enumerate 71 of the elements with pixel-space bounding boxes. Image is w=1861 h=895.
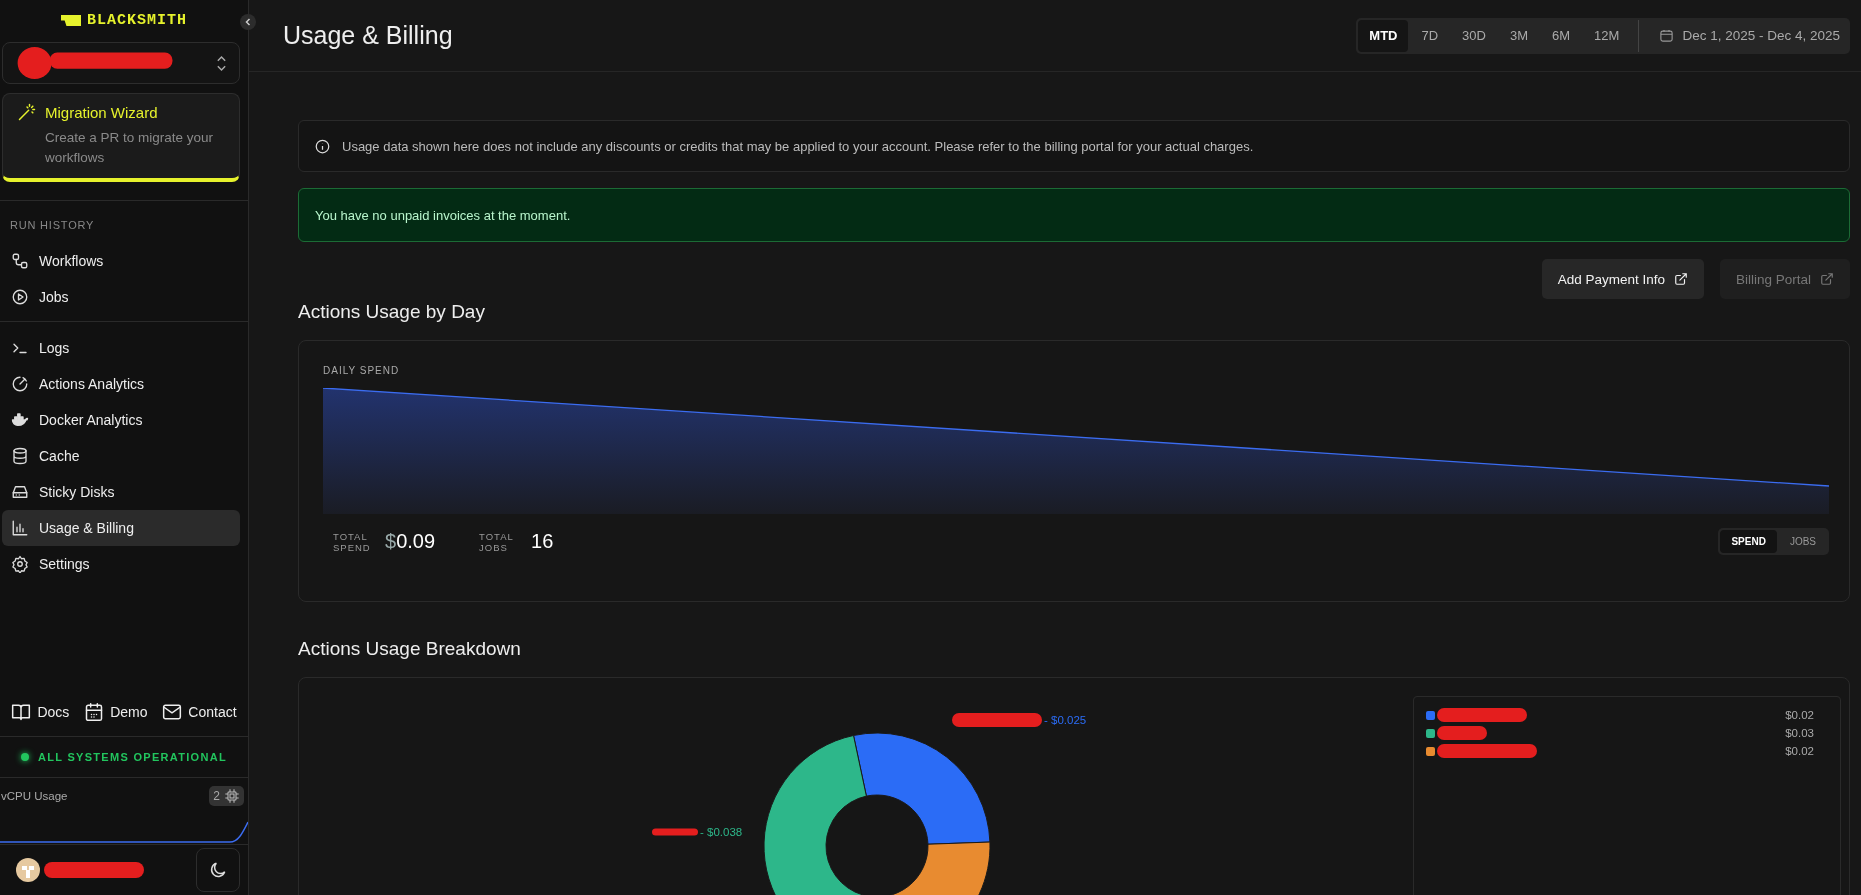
moon-icon: [208, 860, 228, 880]
slice-label: - $0.025: [1044, 714, 1087, 726]
info-icon: [315, 138, 330, 154]
date-range-picker[interactable]: Dec 1, 2025 - Dec 4, 2025: [1639, 28, 1848, 43]
period-tab[interactable]: MTD: [1358, 19, 1409, 52]
bar-chart-icon: [11, 519, 29, 537]
nav-item[interactable]: Settings: [2, 546, 240, 582]
notice-text: Usage data shown here does not include any discounts or credits that may be applied to your account. Please refer to the billing portal for your actual charges.: [342, 138, 1254, 154]
calendar-icon: [1659, 28, 1675, 43]
logo-text: BLACKSMITH: [87, 11, 187, 29]
nav-item[interactable]: Usage & Billing: [2, 510, 240, 546]
gauge-icon: [11, 375, 29, 393]
promo-text: Create a PR to migrate your workflows: [45, 129, 215, 167]
nav-item[interactable]: Docker Analytics: [2, 402, 240, 438]
redaction-mark: [1437, 726, 1487, 740]
period-tab[interactable]: 12M: [1583, 19, 1631, 52]
settings-icon: [11, 555, 29, 573]
metric-tab[interactable]: SPEND: [1720, 530, 1777, 553]
stat-value: $0.09: [385, 530, 436, 553]
footer-link[interactable]: Contact: [162, 702, 237, 722]
play-circle-icon: [11, 288, 29, 306]
period-tab[interactable]: 6M: [1541, 19, 1582, 52]
nav-item[interactable]: Sticky Disks: [2, 474, 240, 510]
drive-icon: [11, 483, 29, 501]
whale-icon: [11, 411, 29, 429]
nav-item[interactable]: Actions Analytics: [2, 366, 240, 402]
metric-tab[interactable]: JOBS: [1778, 530, 1827, 553]
vcpu-count-badge: 2: [209, 786, 244, 806]
chevron-up-down-icon: [216, 54, 227, 72]
promo-title: Migration Wizard: [45, 103, 158, 121]
section-title: Actions Usage Breakdown: [298, 638, 522, 660]
external-link-icon: [1820, 272, 1834, 286]
external-link-icon: [1673, 272, 1688, 286]
migration-wizard-card[interactable]: Migration Wizard Create a PR to migrate your workflows: [2, 93, 240, 182]
nav-item[interactable]: Jobs: [2, 279, 240, 315]
nav-item[interactable]: Cache: [2, 438, 240, 474]
vcpu-usage-label: vCPU Usage: [1, 790, 68, 802]
nav-item[interactable]: Logs: [2, 330, 240, 366]
stat-label: TOTAL JOBS: [479, 530, 515, 553]
magic-wand-icon: [17, 102, 37, 122]
footer-link[interactable]: Docs: [11, 702, 70, 722]
legend-amount: $0.02: [1785, 745, 1814, 757]
period-tab[interactable]: 30D: [1451, 19, 1497, 52]
legend-amount: $0.02: [1785, 709, 1814, 721]
period-tab[interactable]: 7D: [1410, 19, 1450, 52]
account-selector[interactable]: [2, 42, 240, 84]
redaction-mark: [652, 825, 698, 839]
calendar-icon: [84, 702, 105, 722]
chart-label: DAILY SPEND: [323, 365, 401, 376]
status-text: ALL SYSTEMS OPERATIONAL: [38, 751, 227, 763]
section-title: Actions Usage by Day: [298, 301, 486, 323]
avatar-icon: [16, 858, 40, 882]
slice-label: - $0.038: [700, 826, 743, 838]
logo-icon: [61, 14, 81, 26]
mail-icon: [162, 702, 183, 722]
stat-label: TOTAL SPEND: [333, 530, 372, 553]
action-button[interactable]: Add Payment Info: [1541, 259, 1704, 299]
footer-link[interactable]: Demo: [84, 702, 148, 722]
database-icon: [11, 447, 29, 465]
theme-toggle-button[interactable]: [196, 848, 240, 892]
stat-value: 16: [531, 530, 554, 553]
period-tab[interactable]: 3M: [1498, 19, 1540, 52]
book-icon: [11, 702, 32, 722]
nav-item[interactable]: Workflows: [2, 243, 240, 279]
chip-icon: [224, 788, 240, 804]
legend-amount: $0.03: [1785, 727, 1814, 739]
page-title: Usage & Billing: [283, 21, 453, 50]
nodes-icon: [11, 252, 29, 270]
collapse-sidebar-icon[interactable]: [240, 14, 256, 30]
alert-text: You have no unpaid invoices at the moment.: [315, 207, 571, 223]
section-heading: RUN HISTORY: [9, 219, 96, 233]
